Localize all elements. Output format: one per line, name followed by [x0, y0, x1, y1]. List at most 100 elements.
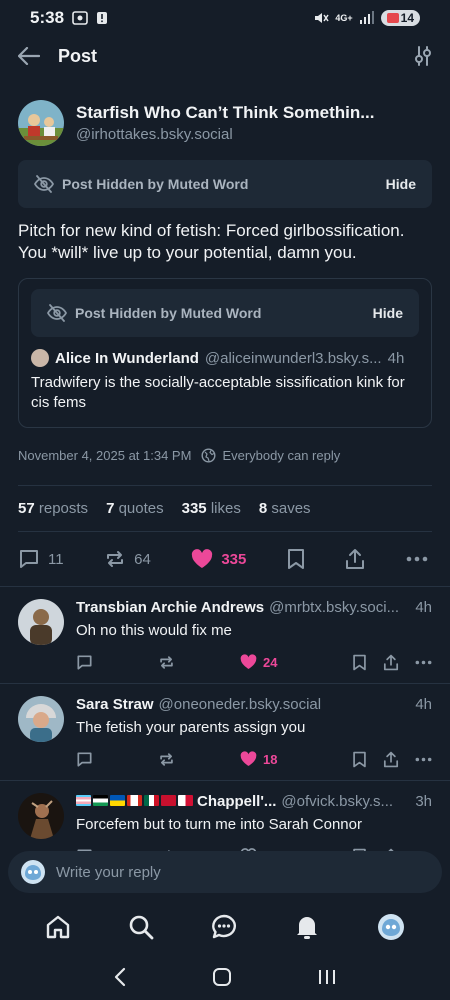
home-icon[interactable] — [45, 914, 71, 940]
thread-settings-icon[interactable] — [414, 46, 432, 66]
share-icon[interactable] — [383, 654, 399, 671]
heart-filled-icon — [192, 549, 213, 568]
replies-list: Transbian Archie Andrews @mrbtx.bsky.soc… — [0, 586, 450, 877]
bookmark-icon — [287, 549, 304, 569]
battery-indicator: 14 — [380, 10, 420, 26]
quote-author-handle[interactable]: @aliceinwunderl3.bsky.s... — [205, 350, 382, 367]
comment-icon — [20, 550, 38, 568]
comment-icon — [77, 654, 92, 670]
likes-stat[interactable]: 335 likes — [182, 500, 241, 517]
more-dots-icon[interactable] — [415, 654, 432, 671]
quote-text: Tradwifery is the socially-acceptable si… — [31, 374, 405, 411]
reply-like-button[interactable]: 24 — [240, 654, 322, 670]
search-icon[interactable] — [128, 914, 154, 940]
notifications-bell-icon[interactable] — [294, 914, 320, 940]
flag-emojis — [76, 795, 193, 806]
page-title: Post — [58, 45, 98, 66]
reply-button[interactable]: 11 — [18, 548, 64, 570]
share-button[interactable] — [345, 548, 365, 570]
comment-icon — [77, 751, 92, 767]
reply-avatar[interactable] — [18, 793, 64, 839]
reply-repost-button[interactable] — [158, 654, 240, 671]
more-button[interactable] — [406, 556, 428, 562]
profile-avatar-icon[interactable] — [377, 913, 405, 941]
reply-repost-button[interactable] — [158, 751, 240, 768]
reply-text: Forcefem but to turn me into Sarah Conno… — [76, 816, 362, 833]
reply-text: The fetish your parents assign you — [76, 719, 306, 736]
like-button[interactable]: 335 — [191, 549, 246, 569]
reposts-stat[interactable]: 57 reposts — [18, 500, 88, 517]
repost-icon — [107, 551, 124, 567]
eye-slash-icon — [47, 304, 67, 322]
post-stats: 57 reposts 7 quotes 335 likes 8 saves — [18, 486, 432, 532]
quoted-post[interactable]: Post Hidden by Muted Word Hide Alice In … — [18, 278, 432, 428]
quote-muted-word-notice: Post Hidden by Muted Word Hide — [31, 289, 419, 337]
bookmark-button[interactable] — [287, 548, 305, 570]
signal-icon — [359, 11, 374, 24]
repost-icon — [160, 655, 173, 669]
reply-actions: 24 — [76, 651, 432, 673]
reply-item[interactable]: Transbian Archie Andrews @mrbtx.bsky.soc… — [0, 586, 450, 683]
reply-setting[interactable]: Everybody can reply — [201, 448, 340, 463]
reply-author-name[interactable]: Sara Straw — [76, 696, 154, 713]
screenshot-icon — [72, 11, 88, 25]
reply-author-handle[interactable]: @oneoneder.bsky.social — [159, 696, 410, 713]
reply-time: 4h — [415, 599, 432, 616]
back-arrow-icon[interactable] — [18, 47, 40, 65]
post-author[interactable]: Starfish Who Can’t Think Somethin... @ir… — [18, 100, 432, 146]
reply-reply-button[interactable] — [76, 751, 158, 768]
heart-filled-icon — [240, 654, 257, 669]
muted-word-notice: Post Hidden by Muted Word Hide — [18, 160, 432, 208]
system-nav-bar — [0, 954, 450, 1000]
post-date: November 4, 2025 at 1:34 PM — [18, 448, 192, 463]
author-name[interactable]: Starfish Who Can’t Think Somethin... — [76, 103, 374, 123]
reply-author-name[interactable]: Chappell'... — [197, 793, 276, 810]
app-header: Post — [0, 36, 450, 76]
globe-icon — [201, 448, 216, 463]
quote-hide-button[interactable]: Hide — [373, 305, 403, 321]
bottom-tab-bar — [0, 900, 450, 954]
reply-reply-button[interactable] — [76, 654, 158, 671]
quote-time: 4h — [387, 349, 405, 367]
more-dots-icon[interactable] — [415, 751, 432, 768]
reply-actions: 18 — [76, 748, 432, 770]
reply-like-button[interactable]: 18 — [240, 751, 322, 767]
reply-composer[interactable]: Write your reply — [8, 851, 442, 893]
bookmark-icon[interactable] — [352, 654, 367, 671]
user-avatar-icon — [21, 860, 45, 884]
quote-author-avatar[interactable] — [31, 349, 49, 367]
nav-back-icon[interactable] — [113, 967, 127, 987]
reply-time: 4h — [415, 696, 432, 713]
author-avatar[interactable] — [18, 100, 64, 146]
bookmark-icon[interactable] — [352, 751, 367, 768]
reply-avatar[interactable] — [18, 599, 64, 645]
alert-icon — [97, 12, 108, 24]
post-actions: 11 64 335 — [18, 532, 432, 586]
hide-button[interactable]: Hide — [386, 176, 416, 192]
quote-author-name[interactable]: Alice In Wunderland — [55, 350, 199, 367]
reply-avatar[interactable] — [18, 696, 64, 742]
repost-icon — [160, 752, 173, 766]
share-icon — [346, 549, 365, 569]
more-dots-icon — [406, 556, 428, 562]
share-icon[interactable] — [383, 751, 399, 768]
saves-stat[interactable]: 8 saves — [259, 500, 311, 517]
nav-recents-icon[interactable] — [317, 967, 337, 987]
muted-word-label: Post Hidden by Muted Word — [75, 305, 262, 321]
reply-input-placeholder[interactable]: Write your reply — [56, 864, 161, 881]
reply-time: 3h — [415, 793, 432, 810]
heart-filled-icon — [240, 751, 257, 766]
nav-home-icon[interactable] — [212, 967, 232, 987]
quote-author-row: Alice In Wunderland @aliceinwunderl3.bsk… — [31, 349, 419, 367]
chat-icon[interactable] — [211, 914, 237, 940]
reply-author-handle[interactable]: @mrbtx.bsky.soci... — [269, 599, 409, 616]
muted-word-label: Post Hidden by Muted Word — [62, 176, 249, 192]
repost-button[interactable]: 64 — [104, 548, 151, 570]
reply-author-name[interactable]: Transbian Archie Andrews — [76, 599, 264, 616]
quotes-stat[interactable]: 7 quotes — [106, 500, 164, 517]
reply-author-handle[interactable]: @ofvick.bsky.s... — [281, 793, 409, 810]
reply-item[interactable]: Sara Straw @oneoneder.bsky.social 4h The… — [0, 683, 450, 780]
author-handle[interactable]: @irhottakes.bsky.social — [76, 126, 374, 143]
reply-text: Oh no this would fix me — [76, 622, 232, 639]
post-text: Pitch for new kind of fetish: Forced gir… — [18, 221, 405, 262]
